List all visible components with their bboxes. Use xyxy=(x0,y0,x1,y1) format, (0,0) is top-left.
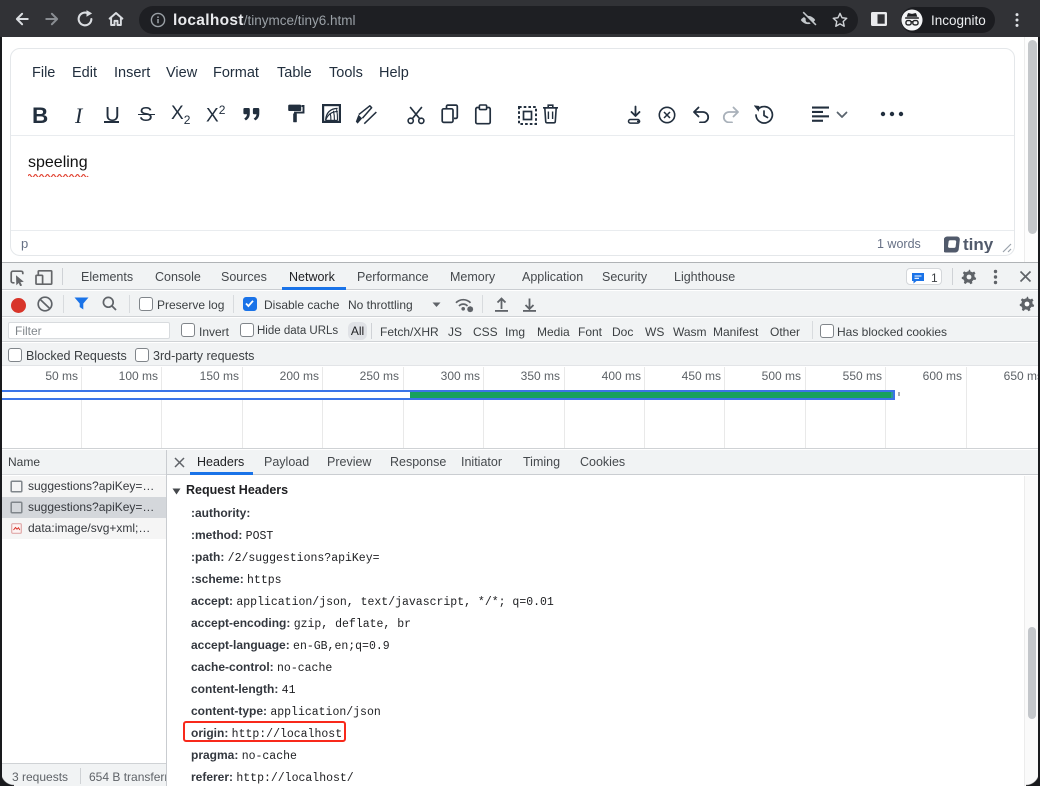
svg-text:tiny: tiny xyxy=(963,236,994,253)
